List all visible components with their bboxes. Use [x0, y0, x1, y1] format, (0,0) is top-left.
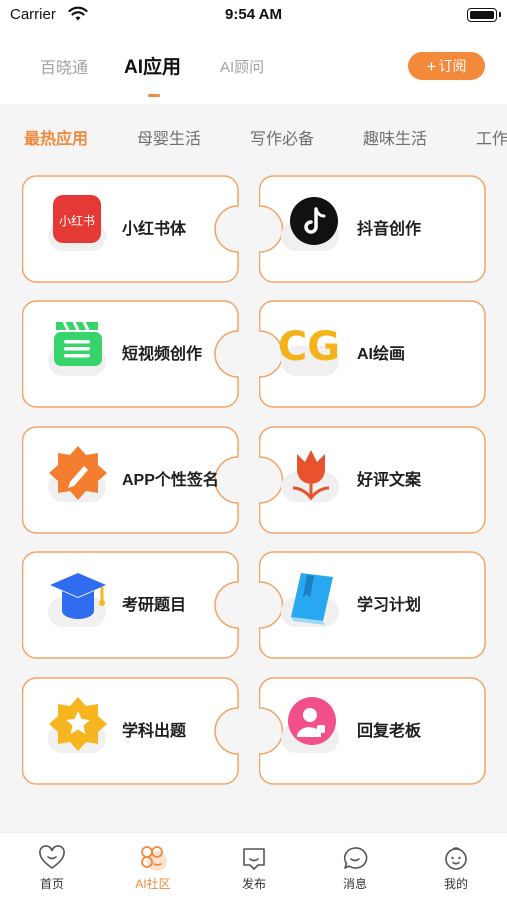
book-icon: [279, 567, 343, 635]
xiaohongshu-icon: 小红书: [46, 191, 110, 259]
category-parenting[interactable]: 母婴生活: [137, 125, 201, 149]
heart-face-icon: [39, 845, 65, 869]
category-hot[interactable]: 最热应用: [24, 125, 88, 149]
app-card-short-video[interactable]: 短视频创作: [22, 300, 240, 408]
top-nav: 百晓通 AI应用 AI顾问 + 订阅: [0, 32, 507, 104]
tab-ai-apps[interactable]: AI应用: [124, 52, 181, 79]
app-label: 好评文案: [357, 472, 422, 489]
tab-label: AI社区: [135, 877, 171, 891]
message-icon: [343, 847, 368, 869]
tab-ai-advisor[interactable]: AI顾问: [220, 56, 264, 77]
app-card-douyin[interactable]: 抖音创作: [259, 175, 486, 283]
svg-text:CG: CG: [278, 324, 340, 370]
app-label: 学科出题: [122, 723, 187, 740]
app-label: 考研题目: [122, 597, 187, 614]
app-label: 回复老板: [357, 723, 422, 740]
clover-icon: [141, 846, 167, 871]
star-badge-icon: [46, 693, 110, 761]
tab-ai-community[interactable]: AI社区: [113, 845, 193, 892]
clock: 9:54 AM: [225, 6, 282, 23]
app-card-study-plan[interactable]: 学习计划: [259, 551, 486, 659]
app-card-app-signature[interactable]: APP个性签名: [22, 426, 240, 534]
svg-text:小红书: 小红书: [59, 213, 95, 228]
douyin-icon: [279, 191, 343, 259]
tab-label: 我的: [443, 877, 468, 891]
app-card-ai-painting[interactable]: CG AI绘画: [259, 300, 486, 408]
baby-face-icon: [445, 847, 467, 870]
tulip-icon: [279, 442, 343, 510]
tab-baixiaotong[interactable]: 百晓通: [40, 54, 88, 78]
plus-icon: +: [426, 56, 437, 76]
app-card-reply-boss[interactable]: 回复老板: [259, 677, 486, 785]
battery-icon: [467, 8, 501, 22]
app-label: AI绘画: [357, 346, 406, 363]
bottom-tab-bar: 首页 AI社区 发布 消息 我的: [0, 832, 507, 900]
cg-icon: CG: [278, 316, 343, 384]
app-card-exam-questions[interactable]: 考研题目: [22, 551, 240, 659]
tab-profile[interactable]: 我的: [416, 845, 496, 892]
boss-avatar-icon: [279, 693, 343, 761]
status-bar: Carrier 9:54 AM: [0, 0, 507, 32]
app-card-review-copy[interactable]: 好评文案: [259, 426, 486, 534]
app-label: 小红书体: [122, 221, 187, 238]
pen-badge-icon: [46, 442, 110, 510]
tab-messages[interactable]: 消息: [315, 845, 395, 892]
tab-home[interactable]: 首页: [12, 845, 92, 892]
subscribe-label: 订阅: [438, 58, 467, 74]
app-card-xiaohongshu[interactable]: 小红书 小红书体: [22, 175, 240, 283]
tab-post[interactable]: 发布: [214, 845, 294, 892]
graduation-cap-icon: [46, 567, 110, 635]
app-label: 学习计划: [357, 597, 422, 614]
app-label: 短视频创作: [122, 346, 203, 363]
subscribe-button[interactable]: + 订阅: [408, 52, 485, 80]
post-icon: [243, 848, 265, 870]
tab-label: 消息: [342, 877, 367, 891]
category-writing[interactable]: 写作必备: [250, 125, 314, 149]
video-clapper-icon: [46, 316, 110, 384]
tab-label: 发布: [241, 877, 266, 891]
category-tabs: 最热应用 母婴生活 写作必备 趣味生活 工作: [0, 104, 507, 166]
active-tab-indicator: [148, 94, 160, 97]
app-card-subject-questions[interactable]: 学科出题: [22, 677, 240, 785]
app-label: APP个性签名: [122, 472, 219, 489]
category-fun-life[interactable]: 趣味生活: [363, 125, 427, 149]
app-label: 抖音创作: [357, 221, 422, 238]
category-work[interactable]: 工作: [476, 125, 507, 149]
tab-label: 首页: [39, 877, 64, 891]
